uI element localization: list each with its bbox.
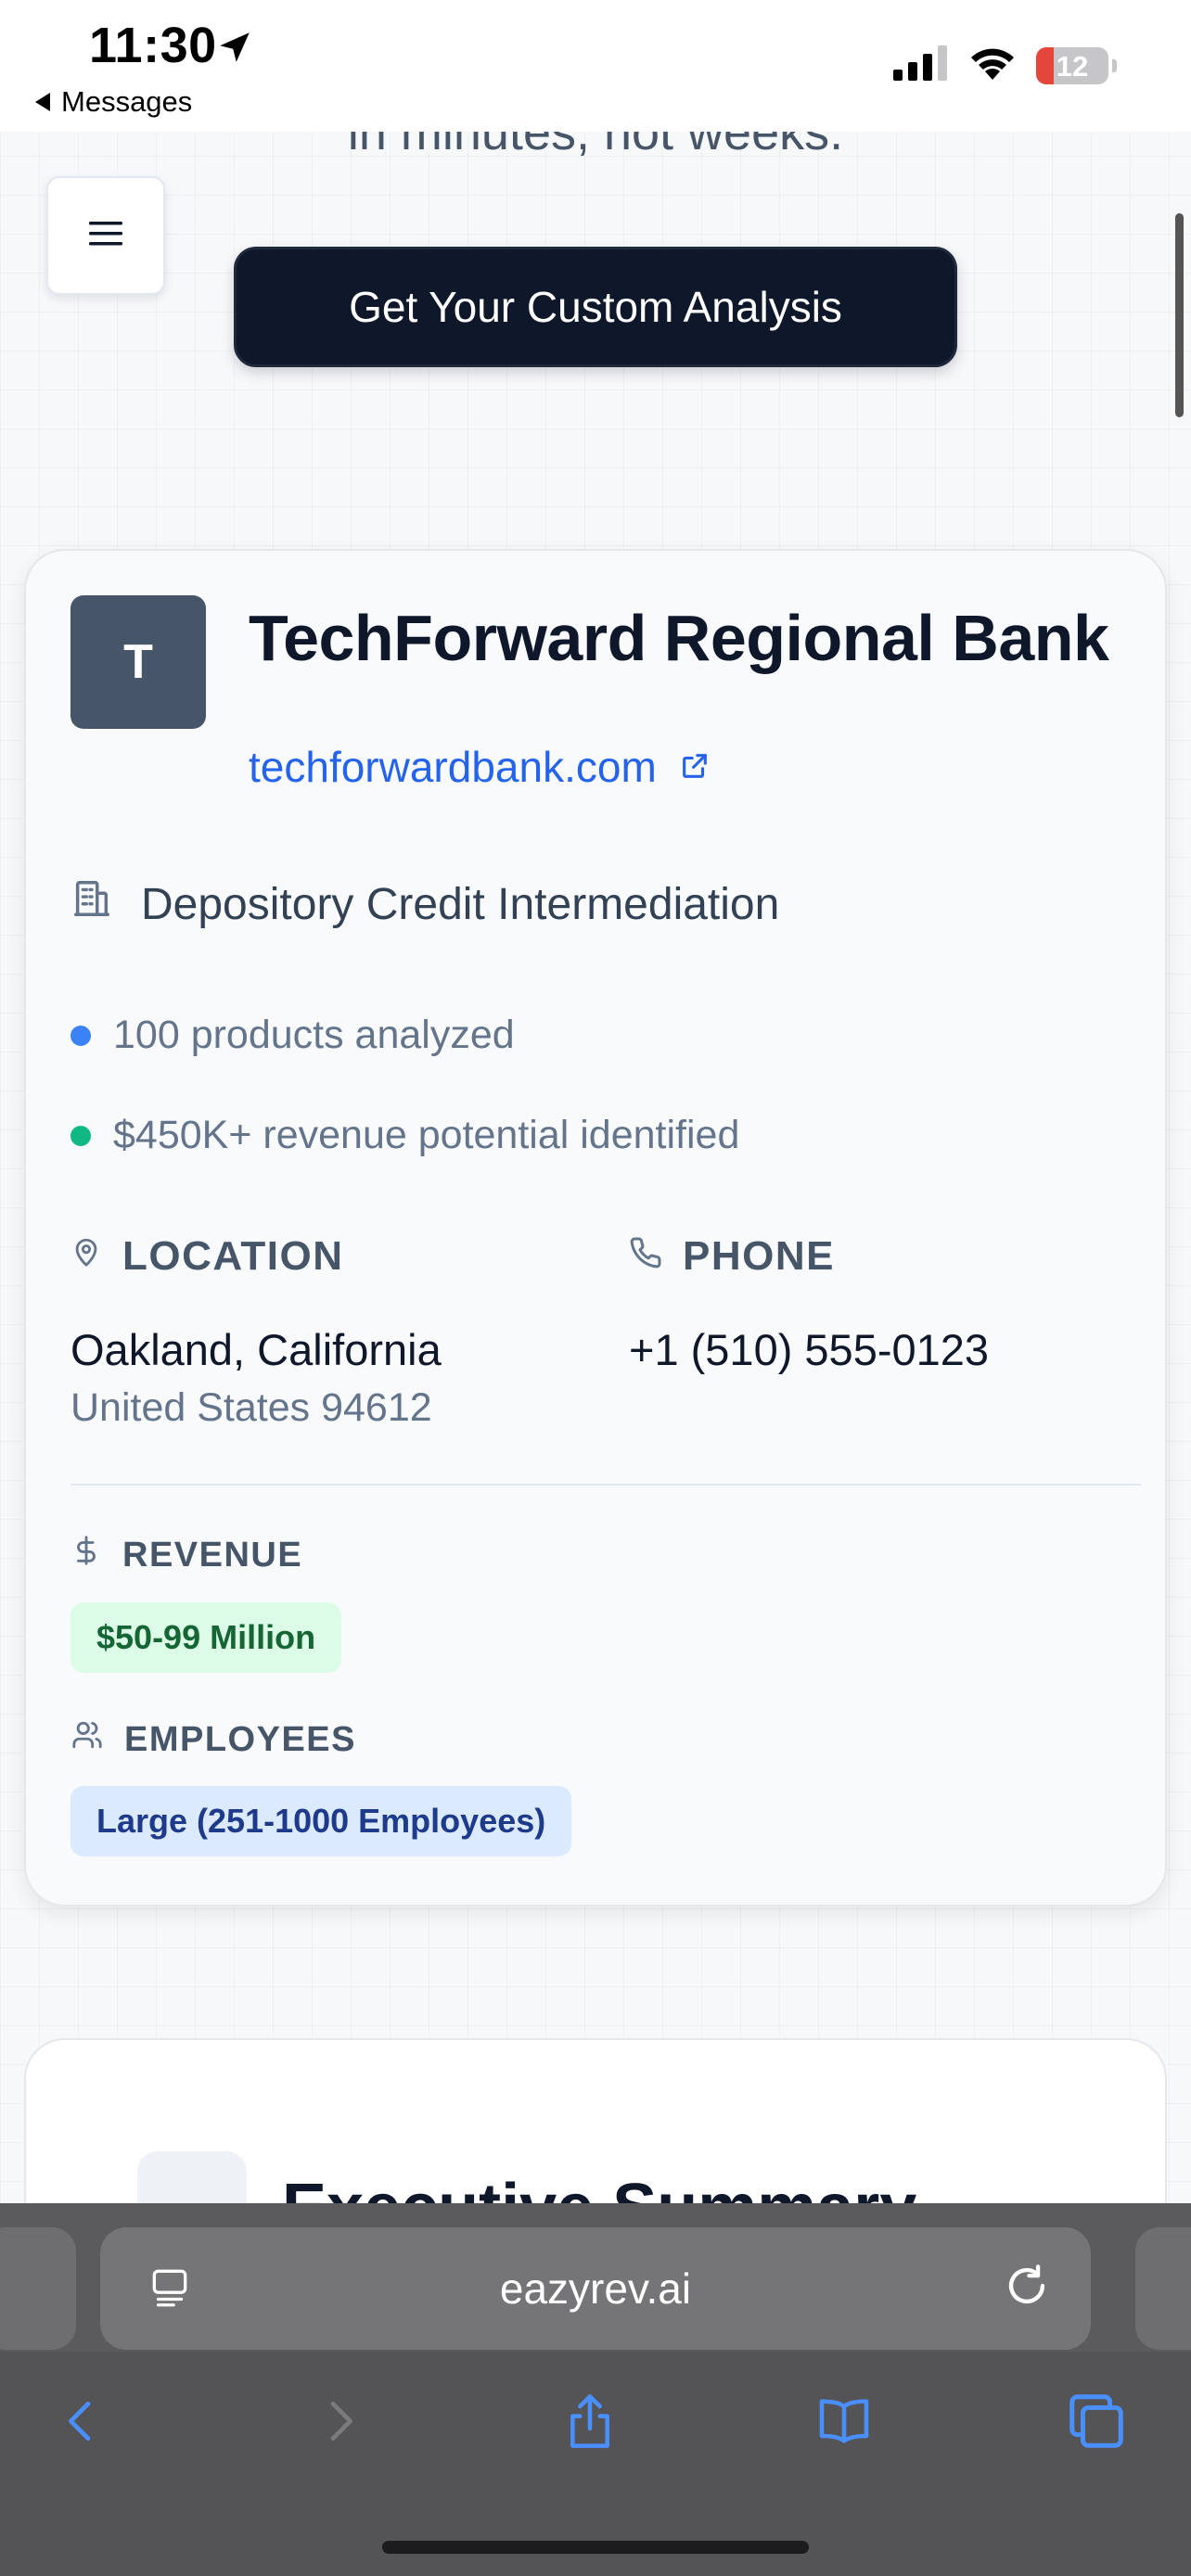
revenue-label: REVENUE	[70, 1534, 302, 1576]
employees-label: EMPLOYEES	[70, 1719, 356, 1760]
wifi-icon	[967, 45, 1018, 86]
revenue-label-text: REVENUE	[122, 1535, 303, 1575]
map-pin-icon	[70, 1233, 102, 1280]
status-bar: 11:30 Messages 12	[0, 0, 1191, 132]
building-icon	[70, 877, 113, 931]
address-bar[interactable]: eazyrev.ai	[100, 2227, 1091, 2350]
back-to-messages[interactable]: Messages	[35, 85, 192, 119]
battery-level: 12	[1056, 49, 1089, 83]
battery-icon: 12	[1036, 46, 1108, 84]
page-menu-icon[interactable]	[147, 2264, 193, 2321]
company-name: TechForward Regional Bank	[249, 602, 1109, 674]
location-label-text: LOCATION	[122, 1233, 344, 1279]
tabs-icon[interactable]	[1050, 2375, 1143, 2468]
website-text: techforwardbank.com	[249, 743, 657, 791]
location-arrow-icon	[215, 28, 254, 71]
home-indicator[interactable]	[382, 2541, 809, 2554]
phone-number[interactable]: +1 (510) 555-0123	[629, 1324, 989, 1375]
back-triangle-icon	[35, 93, 50, 111]
signal-icon	[893, 45, 949, 85]
url-text: eazyrev.ai	[499, 2264, 692, 2313]
browser-chrome: eazyrev.ai	[0, 2203, 1191, 2576]
share-icon[interactable]	[544, 2375, 636, 2468]
get-custom-analysis-button[interactable]: Get Your Custom Analysis	[234, 247, 957, 367]
browser-toolbar	[0, 2375, 1191, 2486]
reload-icon[interactable]	[1000, 2259, 1054, 2323]
menu-button[interactable]	[46, 176, 165, 295]
location-label: LOCATION	[70, 1233, 344, 1280]
company-website-link[interactable]: techforwardbank.com	[249, 742, 711, 792]
employees-badge: Large (251-1000 Employees)	[70, 1786, 572, 1856]
external-link-icon	[679, 742, 711, 792]
green-dot-icon	[70, 1125, 91, 1146]
location-city: Oakland, California	[70, 1325, 442, 1374]
industry-row: Depository Credit Intermediation	[70, 877, 779, 931]
highlight-text: $450K+ revenue potential identified	[113, 1113, 740, 1157]
page: 11:30 Messages 12 in minutes, not weeks.…	[0, 0, 1191, 2576]
previous-tab-preview[interactable]	[0, 2227, 76, 2350]
users-icon	[70, 1719, 104, 1760]
highlight-products: 100 products analyzed	[70, 1013, 515, 1058]
next-tab-preview[interactable]	[1135, 2227, 1191, 2350]
battery-cap	[1112, 58, 1117, 72]
status-icons: 12	[893, 45, 1117, 86]
revenue-badge: $50-99 Million	[70, 1602, 342, 1673]
industry-text: Depository Credit Intermediation	[141, 879, 780, 929]
phone-label: PHONE	[629, 1233, 835, 1280]
phone-label-text: PHONE	[683, 1233, 835, 1279]
blue-dot-icon	[70, 1025, 91, 1046]
forward-icon[interactable]	[293, 2375, 386, 2468]
company-card: T TechForward Regional Bank techforwardb…	[24, 549, 1167, 1906]
divider	[70, 1484, 1141, 1486]
dollar-icon	[70, 1534, 102, 1576]
bookmarks-icon[interactable]	[798, 2375, 890, 2468]
back-icon[interactable]	[35, 2375, 128, 2468]
highlight-text: 100 products analyzed	[113, 1013, 515, 1057]
highlight-revenue-potential: $450K+ revenue potential identified	[70, 1113, 739, 1158]
company-avatar: T	[70, 595, 206, 729]
location-country: United States 94612	[70, 1385, 432, 1430]
phone-icon	[629, 1233, 662, 1280]
status-time: 11:30	[89, 18, 217, 73]
address-area: eazyrev.ai	[0, 2203, 1191, 2352]
employees-label-text: EMPLOYEES	[124, 1719, 356, 1759]
scrollbar[interactable]	[1175, 213, 1184, 417]
hamburger-menu-icon	[87, 219, 124, 253]
back-label: Messages	[61, 85, 193, 118]
